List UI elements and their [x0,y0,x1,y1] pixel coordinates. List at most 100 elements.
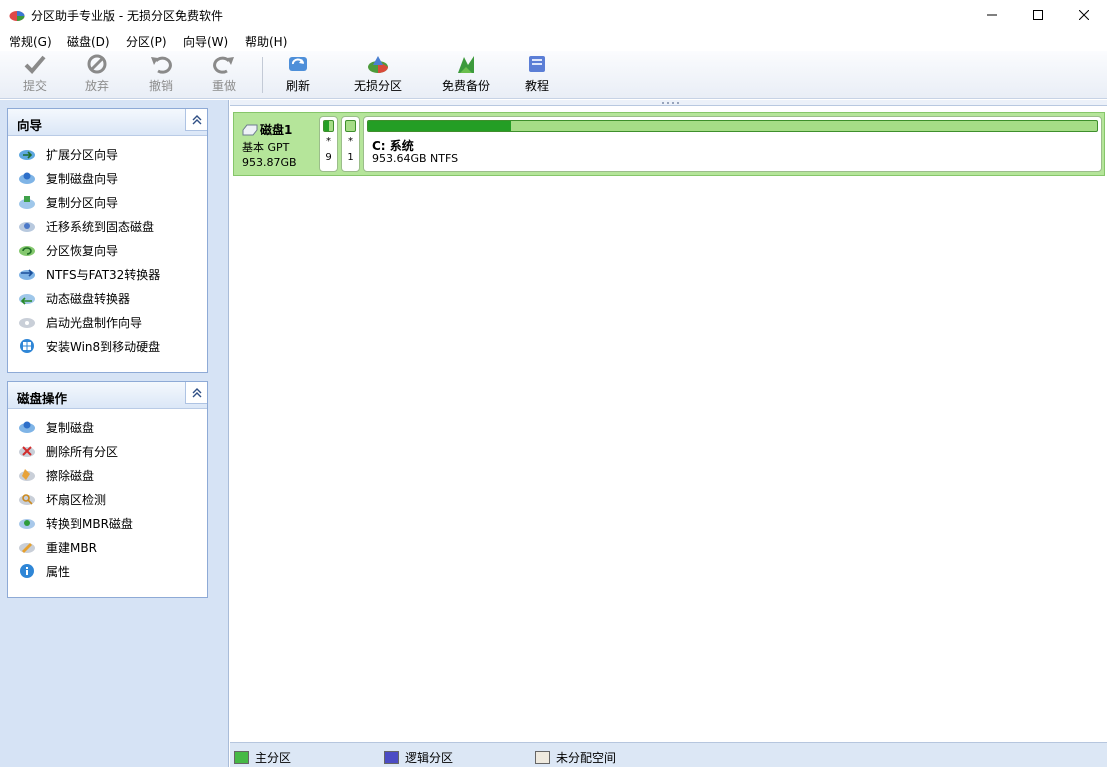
partition-pie-icon [368,56,388,73]
usage-fill [368,121,511,131]
tutorial-button[interactable]: 教程 [523,53,551,97]
redo-button[interactable]: 重做 [209,53,239,97]
discard-icon [87,54,107,74]
undo-button[interactable]: 撤销 [146,53,176,97]
disk-op-properties[interactable]: 属性 [18,561,70,581]
partition-usage-bar [345,120,356,132]
partition-small-1[interactable]: * 9 [319,116,338,172]
disk-op-convert-mbr[interactable]: 转换到MBR磁盘 [18,513,133,533]
disk-op-bad-sector[interactable]: 坏扇区检测 [18,489,106,509]
checkmark-icon [24,55,46,74]
discard-button[interactable]: 放弃 [82,53,112,97]
double-chevron-up-icon [192,387,201,397]
disk-size: 953.87GB [242,156,297,169]
menu-general[interactable]: 常规(G) [9,33,52,50]
maximize-button[interactable] [1015,0,1061,30]
pane-splitter[interactable] [230,100,1107,106]
disk-ops-panel: 磁盘操作 复制磁盘 删除所有分区 擦除磁盘 坏扇区检测 转换到MBR磁盘 重建M… [7,381,208,598]
minimize-icon [987,14,997,16]
logical-swatch [384,751,399,764]
menu-help[interactable]: 帮助(H) [245,33,287,50]
dynamic-disk-icon [19,294,35,305]
disk-ops-panel-header: 磁盘操作 [8,382,207,409]
wizard-item-dynamic-disk[interactable]: 动态磁盘转换器 [18,288,130,308]
partition-c-system[interactable]: C: 系统 953.64GB NTFS [363,116,1102,172]
wizard-item-ntfs-fat32[interactable]: NTFS与FAT32转换器 [18,264,160,284]
disk-info: 磁盘1 基本 GPT 953.87GB [242,121,297,169]
refresh-button[interactable]: 刷新 [283,53,313,97]
unallocated-swatch [535,751,550,764]
delete-partitions-icon [19,446,35,457]
title-bar: 分区助手专业版 - 无损分区免费软件 [0,0,1107,31]
usage-fill [324,121,329,131]
partition-star: * [348,136,353,147]
disk-map-area: 磁盘1 基本 GPT 953.87GB * 9 * 1 C: 系统 953.64… [230,100,1107,742]
left-pane: 向导 扩展分区向导 复制磁盘向导 复制分区向导 迁移系统到固态磁盘 分区恢复向导 [0,100,229,767]
undo-icon [151,56,172,74]
copy-disk-icon [19,172,35,184]
minimize-button[interactable] [969,0,1015,30]
windows-logo-icon [20,339,34,353]
bad-sector-check-icon [19,494,35,505]
wizard-item-migrate-ssd[interactable]: 迁移系统到固态磁盘 [18,216,154,236]
disk-op-rebuild-mbr[interactable]: 重建MBR [18,537,97,557]
refresh-icon [289,57,307,71]
legend-unallocated: 未分配空间 [535,749,616,766]
wipe-disk-icon [19,469,35,481]
rebuild-mbr-icon [19,543,35,553]
double-chevron-up-icon [192,114,201,124]
wizard-collapse-button[interactable] [185,109,207,131]
disk-ops-panel-title: 磁盘操作 [17,391,68,406]
maximize-icon [1033,10,1043,20]
partition-small-2[interactable]: * 1 [341,116,360,172]
wizard-item-copy-disk[interactable]: 复制磁盘向导 [18,168,118,188]
wizard-item-partition-recovery[interactable]: 分区恢复向导 [18,240,118,260]
free-backup-button[interactable]: 免费备份 [440,53,492,97]
legend-logical: 逻辑分区 [384,749,453,766]
menu-bar: 常规(G) 磁盘(D) 分区(P) 向导(W) 帮助(H) [0,31,1107,51]
ntfs-fat32-convert-icon [19,269,35,280]
extend-partition-icon [19,150,35,160]
info-icon [20,564,34,578]
close-button[interactable] [1061,0,1107,30]
lossless-partition-button[interactable]: 无损分区 [352,53,404,97]
copy-partition-icon [19,196,35,209]
redo-icon [213,56,234,74]
disk-op-wipe-disk[interactable]: 擦除磁盘 [18,465,94,485]
disk-row[interactable]: 磁盘1 基本 GPT 953.87GB * 9 * 1 C: 系统 953.64… [233,112,1105,176]
wizard-panel-title: 向导 [17,118,43,133]
splitter-grip-icon [662,102,679,104]
disk-op-copy-disk[interactable]: 复制磁盘 [18,417,94,437]
disk-ops-collapse-button[interactable] [185,382,207,404]
partition-number: 1 [347,152,354,163]
toolbar-separator [262,57,263,93]
boot-cd-icon [19,318,35,328]
disk-op-delete-all[interactable]: 删除所有分区 [18,441,118,461]
wizard-item-boot-cd[interactable]: 启动光盘制作向导 [18,312,142,332]
disk-name: 磁盘1 [242,121,297,138]
wizard-item-win8-usb[interactable]: 安装Win8到移动硬盘 [18,336,160,356]
disk-type: 基本 GPT [242,141,290,154]
migrate-ssd-icon [19,222,35,232]
window-title: 分区助手专业版 - 无损分区免费软件 [31,9,223,23]
legend-primary: 主分区 [234,749,291,766]
menu-wizard[interactable]: 向导(W) [183,33,228,50]
wizard-panel-header: 向导 [8,109,207,136]
partition-usage-bar [323,120,334,132]
wizard-item-copy-partition[interactable]: 复制分区向导 [18,192,118,212]
convert-mbr-icon [19,519,35,529]
partition-star: * [326,136,331,147]
hard-disk-icon [242,124,258,135]
app-logo-icon [9,11,25,21]
partition-detail: 953.64GB NTFS [372,152,459,165]
partition-recovery-icon [19,246,35,256]
wizard-item-extend-partition[interactable]: 扩展分区向导 [18,144,118,164]
close-icon [1079,10,1089,20]
backup-icon [458,56,474,73]
partition-usage-bar [367,120,1098,132]
book-icon [529,56,545,72]
commit-button[interactable]: 提交 [20,53,50,97]
wizard-panel: 向导 扩展分区向导 复制磁盘向导 复制分区向导 迁移系统到固态磁盘 分区恢复向导 [7,108,208,373]
menu-partition[interactable]: 分区(P) [126,33,167,50]
menu-disk[interactable]: 磁盘(D) [67,33,110,50]
